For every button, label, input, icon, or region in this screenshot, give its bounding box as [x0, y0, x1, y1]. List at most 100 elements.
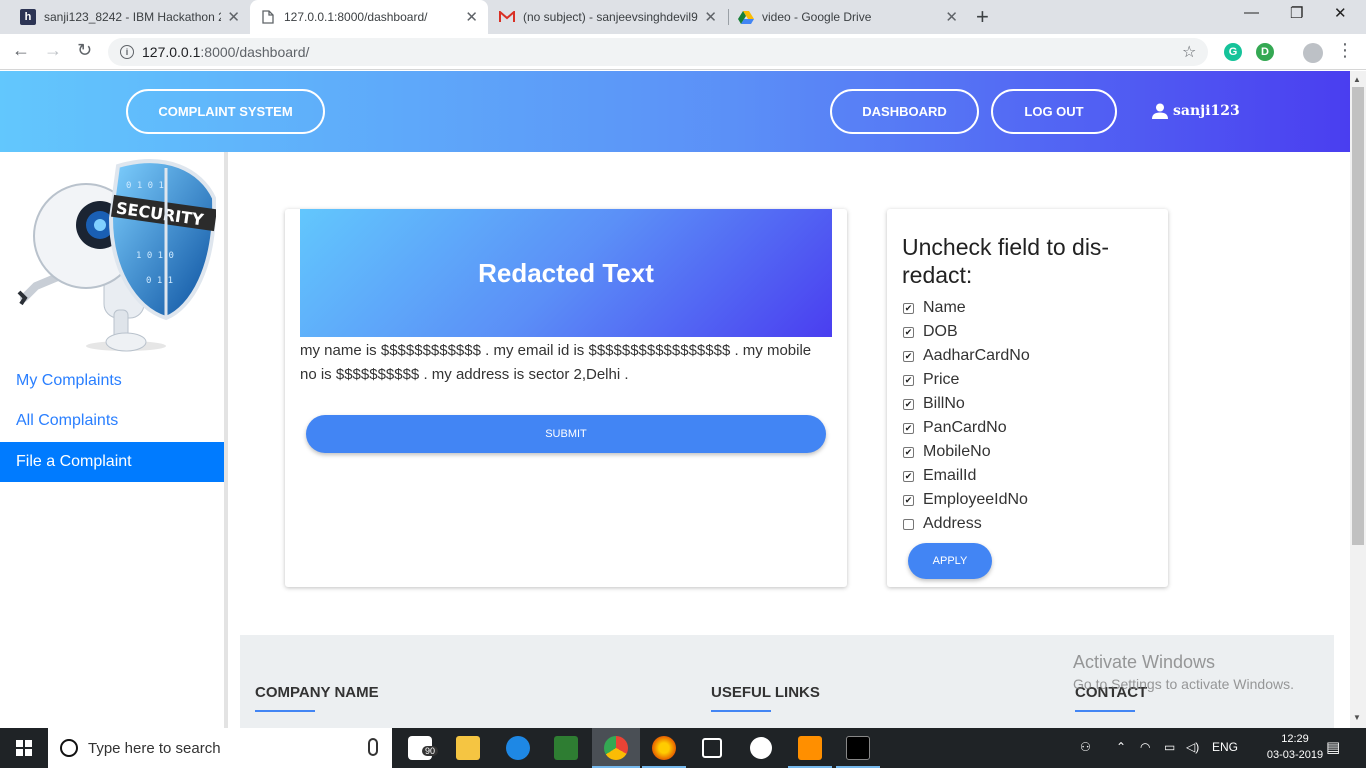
field-label: PanCardNo	[923, 419, 1007, 436]
restore-icon[interactable]: ❐	[1290, 4, 1303, 22]
sublime-text-icon[interactable]	[798, 736, 822, 760]
new-tab-button[interactable]: +	[976, 4, 989, 30]
field-option-dob[interactable]: ✔ DOB	[903, 322, 958, 342]
taskbar-clock[interactable]: 12:29 03-03-2019	[1264, 731, 1326, 763]
scroll-up-icon[interactable]: ▲	[1353, 75, 1361, 84]
field-label: Name	[923, 299, 966, 316]
scrollbar-thumb[interactable]	[1352, 87, 1364, 545]
language-indicator[interactable]: ENG	[1212, 740, 1238, 754]
field-label: EmailId	[923, 467, 977, 484]
activate-windows-watermark: Activate Windows Go to Settings to activ…	[1073, 652, 1294, 692]
reload-icon[interactable]: ↻	[77, 40, 92, 61]
scroll-down-icon[interactable]: ▼	[1353, 713, 1361, 722]
browser-tab-dashboard[interactable]: 127.0.0.1:8000/dashboard/ ✕	[250, 0, 488, 34]
browser-tab-drive[interactable]: video - Google Drive ✕	[728, 0, 968, 34]
field-checkbox[interactable]: ✔	[903, 374, 914, 386]
spreadsheet-app-icon[interactable]	[554, 736, 578, 760]
show-hidden-icons[interactable]: ⌃	[1116, 740, 1126, 754]
steam-icon[interactable]	[750, 737, 772, 759]
close-tab-icon[interactable]: ✕	[704, 8, 717, 26]
field-label: AadharCardNo	[923, 347, 1030, 364]
chrome-icon[interactable]	[604, 736, 628, 760]
page-scrollbar[interactable]: ▲ ▼	[1350, 71, 1366, 728]
extension-icon[interactable]: D	[1256, 43, 1274, 61]
user-profile-link[interactable]: sanji123	[1152, 103, 1240, 119]
field-checkbox[interactable]: ✔	[903, 350, 914, 362]
notifications-icon[interactable]: ▤	[1326, 738, 1340, 756]
browser-tab-hackathon[interactable]: h sanji123_8242 - IBM Hackathon 2 ✕	[10, 0, 250, 34]
taskbar-search-input[interactable]: Type here to search	[48, 728, 392, 768]
field-option-emailid[interactable]: ✔ EmailId	[903, 466, 976, 486]
sidebar-item-my-complaints[interactable]: My Complaints	[0, 361, 224, 401]
windows-start-icon[interactable]	[16, 740, 32, 756]
sidebar-item-all-complaints[interactable]: All Complaints	[0, 401, 224, 441]
site-header: COMPLAINT SYSTEM DASHBOARD LOG OUT sanji…	[0, 71, 1350, 152]
mail-app-icon[interactable]: 90	[408, 736, 439, 760]
battery-icon[interactable]: ▭	[1164, 740, 1175, 754]
edge-browser-icon[interactable]	[506, 736, 530, 760]
dis-redact-options-card: Uncheck field to dis-redact: ✔ Name ✔ DOB ✔ A…	[887, 209, 1168, 587]
microphone-icon[interactable]	[368, 738, 378, 756]
cortana-icon	[60, 739, 78, 757]
field-checkbox[interactable]: ✔	[903, 494, 914, 506]
grammarly-extension-icon[interactable]: G	[1224, 43, 1242, 61]
browser-menu-icon[interactable]: ⋮	[1336, 40, 1354, 61]
windows-taskbar: Type here to search 90 ⚇ ⌃ ◠ ▭ ◁) ENG 12…	[0, 728, 1366, 768]
redacted-text-body: my name is $$$$$$$$$$$$ . my email id is…	[300, 342, 812, 383]
profile-avatar[interactable]	[1303, 43, 1323, 63]
command-prompt-icon[interactable]	[846, 736, 870, 760]
field-checkbox[interactable]: ✔	[903, 470, 914, 482]
field-label: MobileNo	[923, 443, 991, 460]
sidebar: SECURITY 0 1 0 1 1 0 1 0 0 1 1 My Compla…	[0, 152, 228, 728]
logout-button[interactable]: LOG OUT	[991, 89, 1117, 134]
field-option-employeeidno[interactable]: ✔ EmployeeIdNo	[903, 490, 1028, 510]
field-label: Address	[923, 515, 982, 532]
field-option-aadharcardno[interactable]: ✔ AadharCardNo	[903, 346, 1030, 366]
field-checkbox[interactable]: ✔	[903, 398, 914, 410]
field-option-price[interactable]: ✔ Price	[903, 370, 959, 390]
file-explorer-icon[interactable]	[456, 736, 480, 760]
svg-text:1 0 1 0: 1 0 1 0	[136, 251, 174, 261]
submit-button[interactable]: SUBMIT	[306, 415, 826, 453]
close-tab-icon[interactable]: ✕	[465, 8, 478, 26]
footer-links-heading: USEFUL LINKS	[711, 684, 820, 701]
unity-icon[interactable]	[702, 738, 722, 758]
field-label: DOB	[923, 323, 958, 340]
apply-button[interactable]: APPLY	[908, 543, 992, 579]
sidebar-item-file-complaint[interactable]: File a Complaint	[0, 442, 224, 482]
site-info-icon[interactable]: i	[120, 45, 134, 59]
field-checkbox[interactable]: ✔	[903, 446, 914, 458]
field-label: EmployeeIdNo	[923, 491, 1028, 508]
close-window-icon[interactable]: ✕	[1334, 4, 1347, 22]
field-checkbox[interactable]: ✔	[903, 302, 914, 314]
wifi-icon[interactable]: ◠	[1140, 740, 1150, 754]
field-option-address[interactable]: Address	[903, 514, 982, 534]
hackerearth-icon: h	[20, 9, 36, 25]
people-icon[interactable]: ⚇	[1080, 740, 1091, 754]
dashboard-button[interactable]: DASHBOARD	[830, 89, 979, 134]
minimize-icon[interactable]: —	[1244, 4, 1259, 21]
redacted-text-title: Redacted Text	[300, 209, 832, 337]
footer-company-heading: COMPANY NAME	[255, 684, 379, 701]
bookmark-star-icon[interactable]: ☆	[1182, 42, 1196, 62]
gmail-icon	[499, 9, 515, 25]
footer-underline	[711, 710, 771, 712]
url-input[interactable]: i 127.0.0.1:8000/dashboard/	[108, 38, 1208, 66]
field-checkbox[interactable]: ✔	[903, 422, 914, 434]
field-checkbox[interactable]: ✔	[903, 326, 914, 338]
field-option-pancardno[interactable]: ✔ PanCardNo	[903, 418, 1007, 438]
forward-icon[interactable]: →	[44, 40, 62, 61]
browser-tab-gmail[interactable]: (no subject) - sanjeevsinghdevil9 ✕	[489, 0, 727, 34]
field-option-mobileno[interactable]: ✔ MobileNo	[903, 442, 991, 462]
back-icon[interactable]: ←	[12, 40, 30, 61]
close-tab-icon[interactable]: ✕	[945, 8, 958, 26]
volume-icon[interactable]: ◁)	[1186, 740, 1199, 754]
security-robot-logo: SECURITY 0 1 0 1 1 0 1 0 0 1 1	[17, 159, 216, 352]
field-option-name[interactable]: ✔ Name	[903, 298, 966, 318]
field-option-billno[interactable]: ✔ BillNo	[903, 394, 965, 414]
field-checkbox[interactable]	[903, 518, 914, 530]
firefox-icon[interactable]	[652, 736, 676, 760]
complaint-system-button[interactable]: COMPLAINT SYSTEM	[126, 89, 325, 134]
close-tab-icon[interactable]: ✕	[227, 8, 240, 26]
options-title: Uncheck field to dis-redact:	[902, 234, 1110, 288]
